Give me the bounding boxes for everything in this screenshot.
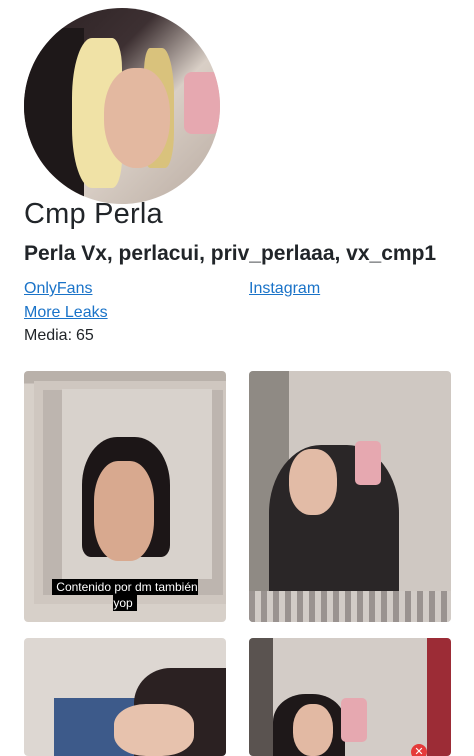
more-leaks-link[interactable]: More Leaks [24,304,108,322]
photo-phone [355,441,381,485]
media-count-value: 65 [76,327,94,344]
photo-tiles [249,591,451,622]
gallery-item[interactable] [24,638,226,756]
avatar-face [104,68,170,168]
instagram-link[interactable]: Instagram [249,280,320,298]
photo-caption: Contenido por dm también yop [48,579,202,611]
avatar-phone [184,72,220,134]
photo-subject-skin [114,704,194,756]
media-count: Media: 65 [24,327,94,345]
close-icon[interactable]: ✕ [411,744,427,756]
profile-name: Cmp Perla [24,198,163,230]
profile-avatar [24,8,220,204]
gallery-item[interactable]: Contenido por dm también yop [24,371,226,622]
photo-phone [341,698,367,742]
photo-subject-skin [94,461,154,561]
gallery-item[interactable] [249,371,451,622]
photo-subject-face [289,449,337,515]
gallery-item[interactable]: ✕ [249,638,451,756]
photo-curtain [427,638,451,756]
onlyfans-link[interactable]: OnlyFans [24,280,92,298]
media-label: Media: [24,327,73,344]
photo-caption-text: Contenido por dm también yop [52,579,198,611]
photo-subject-face [293,704,333,756]
photo-wall [249,638,273,756]
profile-aliases: Perla Vx, perlacui, priv_perlaaa, vx_cmp… [24,242,437,265]
